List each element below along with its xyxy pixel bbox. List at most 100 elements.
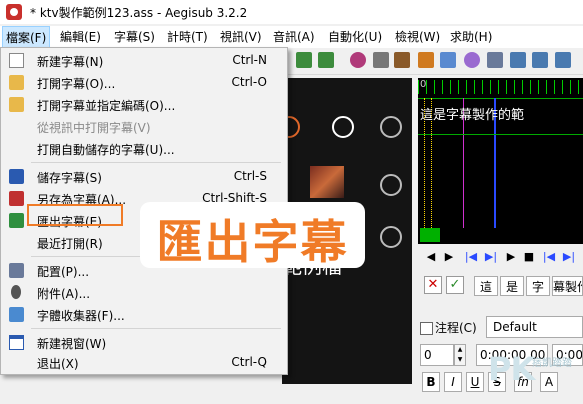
menu-separator (31, 162, 281, 163)
menu-edit[interactable]: 編輯(E) (60, 26, 101, 48)
play-end-icon[interactable]: ▶| (562, 250, 576, 264)
save-as-icon (9, 191, 24, 206)
play-icon[interactable]: ▶ (504, 250, 518, 264)
selection-bar (420, 228, 440, 242)
play-before-icon[interactable]: |◀ (464, 250, 478, 264)
menu-item-exit[interactable]: 退出(X) Ctrl-Q (1, 352, 287, 374)
menu-item-label: 配置(P)... (37, 265, 90, 279)
style-select[interactable]: Default (486, 316, 583, 338)
menu-item-open-from-video[interactable]: 從視訊中打開字幕(V) (1, 116, 287, 138)
resample-icon[interactable] (555, 52, 571, 68)
comment-label: 注程(C) (435, 321, 477, 335)
menu-item-label: 最近打開(R) (37, 237, 103, 251)
syllable-chip[interactable]: 是 (500, 276, 524, 296)
new-window-icon (9, 335, 24, 350)
syllable-chip[interactable]: 幕製作 (552, 276, 583, 296)
attach-icon[interactable] (373, 52, 389, 68)
underline-button[interactable]: U (466, 372, 484, 392)
spellcheck-icon[interactable] (440, 52, 456, 68)
next-line-icon[interactable]: ▶ (442, 250, 456, 264)
menu-item-label: 打開字幕(O)... (37, 77, 116, 91)
annotation-text: 匯出字幕 (156, 215, 349, 269)
ruler-zero-label: 0 (420, 79, 427, 90)
playback-controls: ◀ ▶ |◀ ▶| ▶ ■ |◀ ▶| (418, 246, 583, 270)
menu-item-open-with-charset[interactable]: 打開字幕並指定編碼(O)... (1, 94, 287, 116)
watermark-pk: PK (488, 350, 535, 388)
menu-timing[interactable]: 計時(T) (167, 26, 208, 48)
play-selection-icon[interactable]: ▶| (484, 250, 498, 264)
menu-item-label: 新建字幕(N) (37, 55, 104, 69)
syllable-chip[interactable]: 這 (474, 276, 498, 296)
audio-display[interactable]: 0 這是字幕製作的範 (418, 78, 583, 244)
menu-item-shortcut: Ctrl-N (232, 53, 267, 67)
menu-item-attachments[interactable]: 附件(A)... (1, 282, 287, 304)
menu-file[interactable]: 檔案(F) (2, 26, 50, 48)
options-icon[interactable] (487, 52, 503, 68)
menu-item-font-collector[interactable]: 字體收集器(F)... (1, 304, 287, 326)
play-start-icon[interactable]: |◀ (542, 250, 556, 264)
menu-item-label: 新建視窗(W) (37, 337, 107, 351)
menu-video[interactable]: 視訊(V) (220, 26, 262, 48)
add-tile-icon (380, 116, 402, 138)
layer-input[interactable]: 0 (420, 344, 454, 366)
watermark-logo: PK 痞凱踏踏 (484, 350, 583, 398)
open-folder-icon (9, 97, 24, 112)
menu-automation[interactable]: 自動化(U) (328, 26, 382, 48)
properties-icon (9, 263, 24, 278)
aegisub-app-icon (6, 4, 22, 20)
stop-icon[interactable]: ■ (522, 250, 536, 264)
menu-item-new-window[interactable]: 新建視窗(W) (1, 332, 287, 354)
commit-icon[interactable]: ✓ (446, 276, 464, 294)
app-tile-icon (332, 116, 354, 138)
menu-item-label: 打開自動儲存的字幕(U)... (37, 143, 175, 157)
menu-item-label: 打開字幕並指定編碼(O)... (37, 99, 176, 113)
layer-spinner[interactable]: ▲ ▼ (454, 344, 466, 366)
export-icon (9, 213, 24, 228)
menu-item-label: 字體收集器(F)... (37, 309, 125, 323)
sort-icon[interactable] (510, 52, 526, 68)
bold-button[interactable]: B (422, 372, 440, 392)
ruler-ticks (418, 80, 583, 94)
translate-icon[interactable] (418, 52, 434, 68)
menu-bar: 檔案(F) 編輯(E) 字幕(S) 計時(T) 視訊(V) 音訊(A) 自動化(… (0, 26, 583, 48)
select-lines-icon[interactable] (532, 52, 548, 68)
save-icon (9, 169, 24, 184)
italic-button[interactable]: I (444, 372, 462, 392)
video-thumbnail (310, 166, 344, 198)
menu-subtitle[interactable]: 字幕(S) (114, 26, 155, 48)
font-collector-icon (9, 307, 24, 322)
cancel-icon[interactable]: ✕ (424, 276, 442, 294)
open-folder-icon (9, 75, 24, 90)
add-tile-icon (380, 174, 402, 196)
menu-audio[interactable]: 音訊(A) (273, 26, 315, 48)
mascot-icon[interactable] (464, 52, 480, 68)
karaoke-row: ✕ ✓ 這 是 字 幕製作 (418, 272, 583, 300)
menu-item-label: 退出(X) (37, 357, 79, 371)
menu-item-label: 附件(A)... (37, 287, 91, 301)
menu-item-shortcut: Ctrl-O (231, 75, 267, 89)
window-title: * ktv製作範例123.ass - Aegisub 3.2.2 (30, 6, 248, 20)
comment-checkbox[interactable] (420, 322, 433, 335)
menu-item-shortcut: Ctrl-S (233, 169, 267, 183)
menu-item-save-subtitles[interactable]: 儲存字幕(S) Ctrl-S (1, 166, 287, 188)
menu-view[interactable]: 檢視(W) (395, 26, 440, 48)
styling-icon[interactable] (394, 52, 410, 68)
menu-item-open-autosave[interactable]: 打開自動儲存的字幕(U)... (1, 138, 287, 160)
video-clip-icon[interactable] (318, 52, 334, 68)
attachment-icon (11, 285, 21, 299)
menu-item-new-subtitles[interactable]: 新建字幕(N) Ctrl-N (1, 50, 287, 72)
menu-item-shortcut: Ctrl-Q (231, 355, 267, 369)
menu-item-label: 儲存字幕(S) (37, 171, 102, 185)
annotation-banner: 匯出字幕 (140, 202, 365, 269)
watermark-text: 痞凱踏踏 (532, 358, 572, 369)
video-properties-icon[interactable] (296, 52, 312, 68)
title-bar: * ktv製作範例123.ass - Aegisub 3.2.2 (0, 0, 583, 24)
automation-icon[interactable] (350, 52, 366, 68)
prev-line-icon[interactable]: ◀ (424, 250, 438, 264)
add-tile-icon (380, 226, 402, 248)
menu-item-open-subtitles[interactable]: 打開字幕(O)... Ctrl-O (1, 72, 287, 94)
new-file-icon (9, 53, 24, 68)
syllable-chip[interactable]: 字 (526, 276, 550, 296)
audio-subtitle-text: 這是字幕製作的範 (420, 108, 525, 123)
menu-help[interactable]: 求助(H) (450, 26, 492, 48)
